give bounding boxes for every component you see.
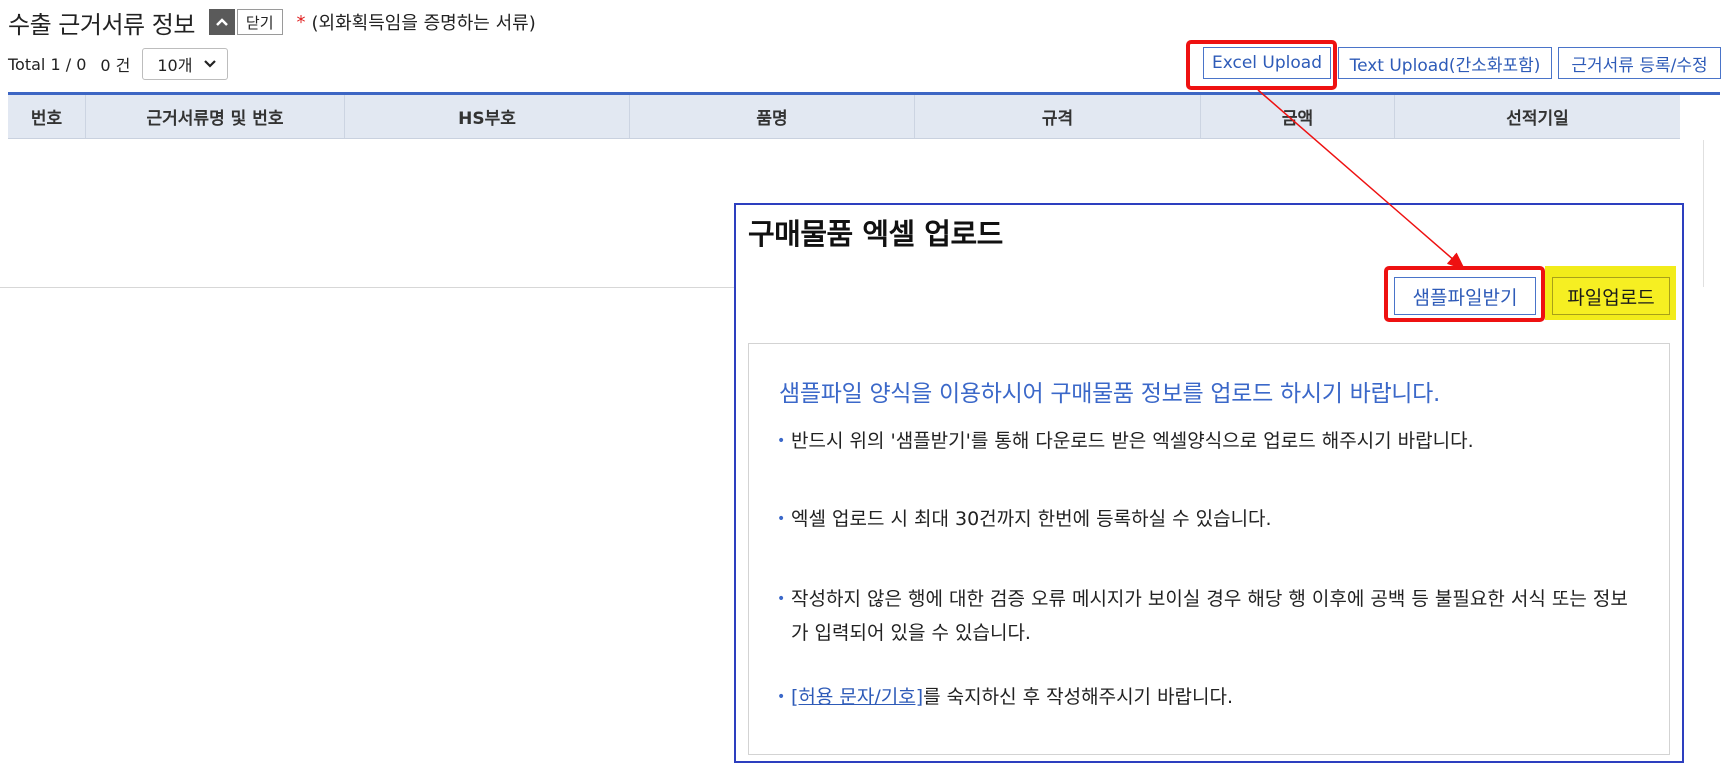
count-label: 0 건 xyxy=(100,56,131,75)
column-header-spec[interactable]: 규격 xyxy=(915,95,1201,138)
sample-button-highlight xyxy=(1384,266,1545,322)
info-bullet-text: 작성하지 않은 행에 대한 검증 오류 메시지가 보이실 경우 해당 행 이후에… xyxy=(791,588,1628,644)
column-header-ship-date[interactable]: 선적기일 xyxy=(1395,95,1680,138)
info-bullet-rest: 를 숙지하신 후 작성해주시기 바랍니다. xyxy=(923,686,1234,708)
info-box: 샘플파일 양식을 이용하시어 구매물품 정보를 업로드 하시기 바랍니다. • … xyxy=(748,343,1670,755)
grid-scrollbar-track[interactable] xyxy=(1703,140,1704,287)
grid-bottom-border xyxy=(0,287,735,288)
register-edit-button[interactable]: 근거서류 등록/수정 xyxy=(1558,47,1721,79)
chevron-up-icon xyxy=(216,18,228,26)
allowed-chars-link[interactable]: [허용 문자/기호] xyxy=(791,686,923,708)
info-bullet: • 반드시 위의 '샘플받기'를 통해 다운로드 받은 엑셀양식으로 업로드 해… xyxy=(777,424,1637,458)
popup-title: 구매물품 엑셀 업로드 xyxy=(748,217,1003,251)
file-upload-button[interactable]: 파일업로드 xyxy=(1552,277,1670,315)
required-mark: * xyxy=(296,11,306,33)
bullet-dot-icon: • xyxy=(777,689,786,705)
count-row: Total 1 / 0 0 건 10개 xyxy=(8,48,229,80)
info-bullet: • 작성하지 않은 행에 대한 검증 오류 메시지가 보이실 경우 해당 행 이… xyxy=(777,582,1637,650)
info-bullet: • 엑셀 업로드 시 최대 30건까지 한번에 등록하실 수 있습니다. xyxy=(777,502,1637,536)
bullet-dot-icon: • xyxy=(777,591,786,607)
column-header-hs-code[interactable]: HS부호 xyxy=(345,95,630,138)
column-header-number[interactable]: 번호 xyxy=(8,95,86,138)
bullet-dot-icon: • xyxy=(777,433,786,449)
total-label: Total 1 / 0 xyxy=(8,54,87,74)
info-bullet: • [허용 문자/기호]를 숙지하신 후 작성해주시기 바랍니다. xyxy=(777,680,1637,714)
info-bullet-text: 반드시 위의 '샘플받기'를 통해 다운로드 받은 엑셀양식으로 업로드 해주시… xyxy=(791,430,1474,452)
text-upload-button[interactable]: Text Upload(간소화포함) xyxy=(1338,47,1552,79)
section-title: 수출 근거서류 정보 xyxy=(8,10,195,39)
bullet-dot-icon: • xyxy=(777,511,786,527)
column-header-document[interactable]: 근거서류명 및 번호 xyxy=(86,95,345,138)
column-header-item-name[interactable]: 품명 xyxy=(630,95,915,138)
section-header: 수출 근거서류 정보 닫기 * (외화획득임을 증명하는 서류) xyxy=(8,6,536,39)
info-bullet-text: 엑셀 업로드 시 최대 30건까지 한번에 등록하실 수 있습니다. xyxy=(791,508,1272,530)
excel-upload-highlight xyxy=(1186,40,1337,90)
grid-header-row: 번호 근거서류명 및 번호 HS부호 품명 규격 금액 선적기일 xyxy=(8,95,1680,139)
chevron-down-icon xyxy=(204,60,217,68)
page-size-value: 10개 xyxy=(157,56,193,75)
collapse-toggle-button[interactable] xyxy=(208,9,235,35)
info-bullet-text: [허용 문자/기호]를 숙지하신 후 작성해주시기 바랍니다. xyxy=(791,680,1233,714)
page-size-select[interactable]: 10개 xyxy=(142,48,229,80)
column-header-amount[interactable]: 금액 xyxy=(1201,95,1395,138)
required-note: (외화획득임을 증명하는 서류) xyxy=(311,13,536,34)
excel-upload-popup: 구매물품 엑셀 업로드 샘플파일받기 파일업로드 샘플파일 양식을 이용하시어 … xyxy=(734,203,1684,763)
close-button[interactable]: 닫기 xyxy=(236,9,283,35)
info-heading: 샘플파일 양식을 이용하시어 구매물품 정보를 업로드 하시기 바랍니다. xyxy=(779,381,1441,407)
